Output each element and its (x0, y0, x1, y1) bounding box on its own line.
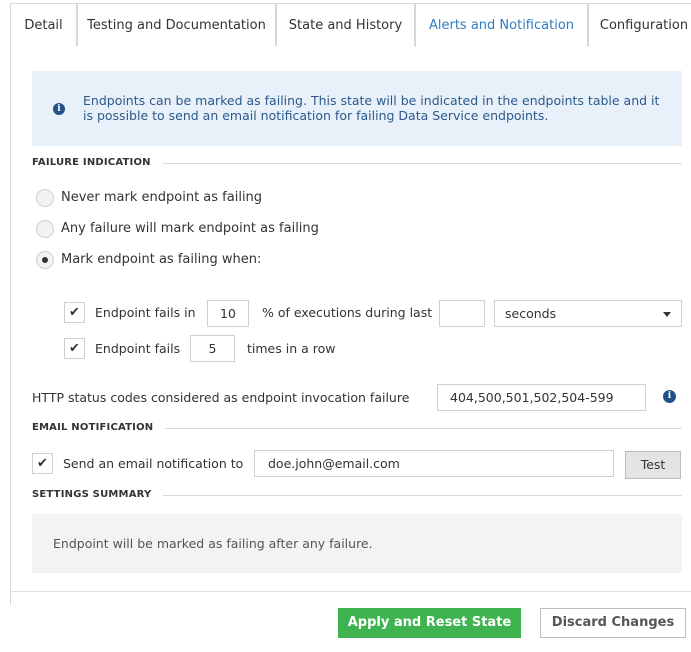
email-input[interactable]: doe.john@email.com (254, 450, 614, 477)
rule2-prefix: Endpoint fails (95, 341, 181, 356)
rule2-checkbox[interactable]: ✔ (64, 338, 85, 359)
email-label: Send an email notification to (63, 456, 244, 471)
radio-button[interactable] (36, 220, 54, 238)
tab-bar: Detail Testing and Documentation State a… (10, 3, 691, 47)
section-title: EMAIL NOTIFICATION (32, 420, 166, 436)
http-codes-label: HTTP status codes considered as endpoint… (32, 390, 410, 405)
http-codes-input[interactable]: 404,500,501,502,504-599 (437, 384, 646, 411)
count-input[interactable]: 5 (190, 335, 235, 362)
test-button[interactable]: Test (625, 451, 681, 479)
radio-label: Never mark endpoint as failing (61, 190, 263, 205)
percent-input[interactable]: 10 (207, 300, 249, 327)
tab-state-and-history[interactable]: State and History (276, 3, 415, 46)
email-checkbox[interactable]: ✔ (32, 453, 53, 474)
rule1-middle: % of executions during last (262, 305, 433, 320)
section-title: SETTINGS SUMMARY (32, 487, 164, 503)
tab-alerts-and-notification[interactable]: Alerts and Notification (415, 3, 588, 47)
discard-changes-button[interactable]: Discard Changes (540, 608, 686, 638)
unit-select[interactable]: seconds (494, 300, 682, 327)
info-icon: i (53, 103, 65, 115)
info-text: Endpoints can be marked as failing. This… (83, 93, 660, 123)
radio-button[interactable] (36, 251, 54, 269)
tab-testing-and-documentation[interactable]: Testing and Documentation (77, 3, 276, 46)
footer-divider (10, 591, 691, 592)
summary-text: Endpoint will be marked as failing after… (53, 536, 373, 551)
radio-label: Any failure will mark endpoint as failin… (61, 221, 319, 236)
radio-label: Mark endpoint as failing when: (61, 252, 262, 267)
unit-select-value: seconds (505, 306, 557, 321)
tab-configuration[interactable]: Configuration (588, 3, 691, 46)
failure-indication-section: FAILURE INDICATION (32, 155, 682, 171)
email-notification-section: EMAIL NOTIFICATION (32, 420, 682, 436)
tab-detail[interactable]: Detail (10, 3, 77, 46)
rule2-suffix: times in a row (247, 341, 336, 356)
radio-button[interactable] (36, 189, 54, 207)
settings-summary-section: SETTINGS SUMMARY (32, 487, 682, 503)
section-title: FAILURE INDICATION (32, 155, 163, 171)
info-icon[interactable]: i (663, 390, 676, 403)
rule1-checkbox[interactable]: ✔ (64, 302, 85, 323)
info-box: i Endpoints can be marked as failing. Th… (32, 71, 682, 146)
apply-and-reset-button[interactable]: Apply and Reset State (338, 608, 521, 638)
period-input[interactable] (439, 300, 485, 327)
rule1-prefix: Endpoint fails in (95, 305, 196, 320)
summary-box: Endpoint will be marked as failing after… (32, 514, 682, 573)
chevron-down-icon (663, 312, 671, 317)
